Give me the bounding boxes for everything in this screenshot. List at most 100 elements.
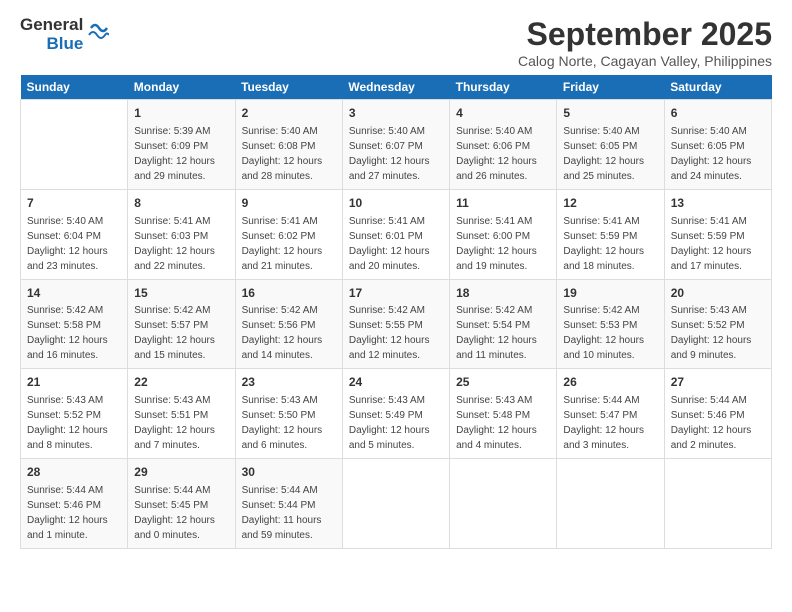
day-number: 22	[134, 374, 228, 391]
col-thursday: Thursday	[450, 75, 557, 100]
day-cell: 14Sunrise: 5:42 AMSunset: 5:58 PMDayligh…	[21, 279, 128, 369]
day-cell: 29Sunrise: 5:44 AMSunset: 5:45 PMDayligh…	[128, 459, 235, 549]
week-row-1: 1 Sunrise: 5:39 AMSunset: 6:09 PMDaylight…	[21, 100, 772, 190]
day-info: Sunrise: 5:41 AMSunset: 6:00 PMDaylight:…	[456, 214, 550, 274]
day-number: 20	[671, 285, 765, 302]
day-cell	[21, 100, 128, 190]
col-saturday: Saturday	[664, 75, 771, 100]
calendar-table: Sunday Monday Tuesday Wednesday Thursday…	[20, 75, 772, 549]
day-info: Sunrise: 5:41 AMSunset: 5:59 PMDaylight:…	[563, 214, 657, 274]
day-number: 5	[563, 105, 657, 122]
day-number: 9	[242, 195, 336, 212]
day-info: Sunrise: 5:39 AMSunset: 6:09 PMDaylight:…	[134, 124, 228, 184]
day-info: Sunrise: 5:42 AMSunset: 5:58 PMDaylight:…	[27, 303, 121, 363]
day-number: 12	[563, 195, 657, 212]
day-cell: 19Sunrise: 5:42 AMSunset: 5:53 PMDayligh…	[557, 279, 664, 369]
day-cell: 20Sunrise: 5:43 AMSunset: 5:52 PMDayligh…	[664, 279, 771, 369]
day-number: 6	[671, 105, 765, 122]
col-wednesday: Wednesday	[342, 75, 449, 100]
day-info: Sunrise: 5:43 AMSunset: 5:48 PMDaylight:…	[456, 393, 550, 453]
day-cell: 21Sunrise: 5:43 AMSunset: 5:52 PMDayligh…	[21, 369, 128, 459]
day-cell: 26Sunrise: 5:44 AMSunset: 5:47 PMDayligh…	[557, 369, 664, 459]
day-number: 10	[349, 195, 443, 212]
day-cell: 18Sunrise: 5:42 AMSunset: 5:54 PMDayligh…	[450, 279, 557, 369]
day-info: Sunrise: 5:42 AMSunset: 5:55 PMDaylight:…	[349, 303, 443, 363]
day-cell: 2 Sunrise: 5:40 AMSunset: 6:08 PMDaylight…	[235, 100, 342, 190]
day-number: 21	[27, 374, 121, 391]
day-info: Sunrise: 5:40 AMSunset: 6:04 PMDaylight:…	[27, 214, 121, 274]
week-row-3: 14Sunrise: 5:42 AMSunset: 5:58 PMDayligh…	[21, 279, 772, 369]
day-cell: 9Sunrise: 5:41 AMSunset: 6:02 PMDaylight…	[235, 189, 342, 279]
day-info: Sunrise: 5:44 AMSunset: 5:46 PMDaylight:…	[27, 483, 121, 543]
day-cell	[342, 459, 449, 549]
day-cell: 30 Sunrise: 5:44 AMSunset: 5:44 PMDayligh…	[235, 459, 342, 549]
day-number: 16	[242, 285, 336, 302]
day-cell: 16Sunrise: 5:42 AMSunset: 5:56 PMDayligh…	[235, 279, 342, 369]
day-cell: 15Sunrise: 5:42 AMSunset: 5:57 PMDayligh…	[128, 279, 235, 369]
day-number: 25	[456, 374, 550, 391]
day-number: 13	[671, 195, 765, 212]
day-info: Sunrise: 5:41 AMSunset: 6:03 PMDaylight:…	[134, 214, 228, 274]
day-info: Sunrise: 5:40 AMSunset: 6:05 PMDaylight:…	[671, 124, 765, 184]
day-info: Sunrise: 5:40 AMSunset: 6:08 PMDaylight:…	[242, 124, 336, 184]
day-number: 29	[134, 464, 228, 481]
day-info: Sunrise: 5:42 AMSunset: 5:54 PMDaylight:…	[456, 303, 550, 363]
day-cell: 7 Sunrise: 5:40 AMSunset: 6:04 PMDaylight…	[21, 189, 128, 279]
day-cell: 24Sunrise: 5:43 AMSunset: 5:49 PMDayligh…	[342, 369, 449, 459]
day-info: Sunrise: 5:44 AMSunset: 5:46 PMDaylight:…	[671, 393, 765, 453]
day-cell: 17Sunrise: 5:42 AMSunset: 5:55 PMDayligh…	[342, 279, 449, 369]
page-title: September 2025	[518, 16, 772, 53]
day-number: 2	[242, 105, 336, 122]
day-info: Sunrise: 5:41 AMSunset: 6:01 PMDaylight:…	[349, 214, 443, 274]
day-cell	[664, 459, 771, 549]
day-cell: 1 Sunrise: 5:39 AMSunset: 6:09 PMDaylight…	[128, 100, 235, 190]
page-subtitle: Calog Norte, Cagayan Valley, Philippines	[518, 53, 772, 69]
col-sunday: Sunday	[21, 75, 128, 100]
day-info: Sunrise: 5:42 AMSunset: 5:53 PMDaylight:…	[563, 303, 657, 363]
day-number: 4	[456, 105, 550, 122]
header: General Blue September 2025 Calog Norte,…	[20, 16, 772, 69]
col-monday: Monday	[128, 75, 235, 100]
col-friday: Friday	[557, 75, 664, 100]
day-number: 26	[563, 374, 657, 391]
day-number: 17	[349, 285, 443, 302]
day-number: 8	[134, 195, 228, 212]
day-info: Sunrise: 5:41 AMSunset: 5:59 PMDaylight:…	[671, 214, 765, 274]
day-number: 23	[242, 374, 336, 391]
day-info: Sunrise: 5:40 AMSunset: 6:06 PMDaylight:…	[456, 124, 550, 184]
day-number: 24	[349, 374, 443, 391]
week-row-5: 28Sunrise: 5:44 AMSunset: 5:46 PMDayligh…	[21, 459, 772, 549]
day-cell: 28Sunrise: 5:44 AMSunset: 5:46 PMDayligh…	[21, 459, 128, 549]
week-row-2: 7 Sunrise: 5:40 AMSunset: 6:04 PMDaylight…	[21, 189, 772, 279]
day-number: 1	[134, 105, 228, 122]
logo-wave-icon	[87, 20, 109, 50]
day-cell: 6 Sunrise: 5:40 AMSunset: 6:05 PMDaylight…	[664, 100, 771, 190]
day-info: Sunrise: 5:43 AMSunset: 5:52 PMDaylight:…	[671, 303, 765, 363]
col-tuesday: Tuesday	[235, 75, 342, 100]
day-cell: 3Sunrise: 5:40 AMSunset: 6:07 PMDaylight…	[342, 100, 449, 190]
day-cell	[450, 459, 557, 549]
logo-line2: Blue	[46, 35, 83, 54]
day-number: 7	[27, 195, 121, 212]
day-info: Sunrise: 5:44 AMSunset: 5:44 PMDaylight:…	[242, 483, 336, 543]
day-cell: 22 Sunrise: 5:43 AMSunset: 5:51 PMDayligh…	[128, 369, 235, 459]
day-cell: 23 Sunrise: 5:43 AMSunset: 5:50 PMDayligh…	[235, 369, 342, 459]
day-number: 11	[456, 195, 550, 212]
day-cell: 13 Sunrise: 5:41 AMSunset: 5:59 PMDayligh…	[664, 189, 771, 279]
header-row: Sunday Monday Tuesday Wednesday Thursday…	[21, 75, 772, 100]
day-info: Sunrise: 5:40 AMSunset: 6:05 PMDaylight:…	[563, 124, 657, 184]
day-cell: 27Sunrise: 5:44 AMSunset: 5:46 PMDayligh…	[664, 369, 771, 459]
day-cell: 25 Sunrise: 5:43 AMSunset: 5:48 PMDayligh…	[450, 369, 557, 459]
day-number: 30	[242, 464, 336, 481]
logo: General Blue	[20, 16, 109, 53]
week-row-4: 21Sunrise: 5:43 AMSunset: 5:52 PMDayligh…	[21, 369, 772, 459]
day-number: 15	[134, 285, 228, 302]
day-number: 18	[456, 285, 550, 302]
day-cell: 4 Sunrise: 5:40 AMSunset: 6:06 PMDaylight…	[450, 100, 557, 190]
day-info: Sunrise: 5:42 AMSunset: 5:56 PMDaylight:…	[242, 303, 336, 363]
day-info: Sunrise: 5:43 AMSunset: 5:51 PMDaylight:…	[134, 393, 228, 453]
page: General Blue September 2025 Calog Norte,…	[0, 0, 792, 612]
day-info: Sunrise: 5:43 AMSunset: 5:50 PMDaylight:…	[242, 393, 336, 453]
day-number: 14	[27, 285, 121, 302]
day-cell: 10 Sunrise: 5:41 AMSunset: 6:01 PMDayligh…	[342, 189, 449, 279]
